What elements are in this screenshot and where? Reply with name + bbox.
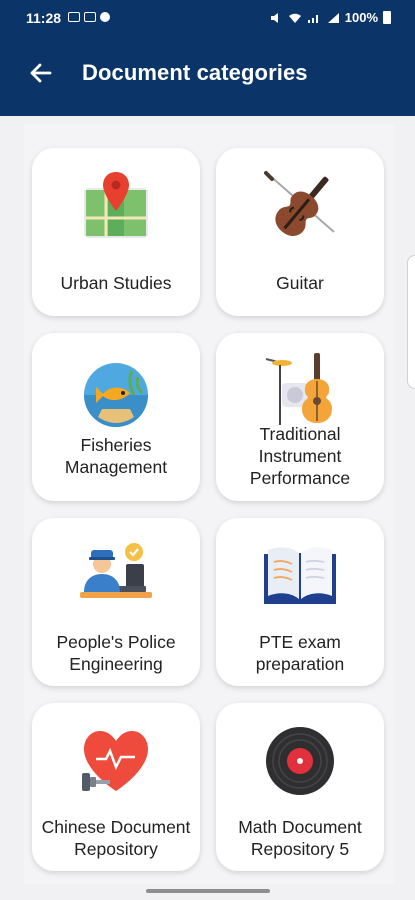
vinyl-record-icon	[266, 727, 334, 795]
open-book-icon	[264, 547, 336, 604]
map-pin-icon	[84, 172, 148, 238]
battery-icon	[383, 11, 391, 24]
category-label: Urban Studies	[60, 273, 172, 293]
category-grid: Urban Studies Guitar Fisheries Managemen…	[0, 116, 415, 884]
category-card-fisheries-management[interactable]: Fisheries Management	[32, 333, 200, 501]
page-title: Document categories	[82, 60, 308, 85]
police-officer-icon	[80, 543, 152, 598]
category-card-guitar[interactable]: Guitar	[216, 148, 384, 316]
violin-icon	[264, 171, 335, 236]
notification-icon	[84, 12, 96, 22]
category-label: People's Police Engineering	[56, 632, 176, 674]
status-time: 11:28	[26, 10, 62, 26]
category-card-math-document-repository-5[interactable]: Math Document Repository 5	[216, 703, 384, 871]
navigation-bar	[0, 884, 415, 900]
scroll-indicator	[407, 255, 415, 389]
category-card-peoples-police-engineering[interactable]: People's Police Engineering	[32, 518, 200, 686]
status-bar: 11:28 100%	[0, 0, 415, 34]
mute-icon	[270, 12, 278, 23]
category-label: Math Document Repository 5	[238, 817, 362, 859]
notification-icons	[68, 12, 110, 22]
category-label: Fisheries Management	[64, 435, 168, 477]
category-card-chinese-document-repository[interactable]: Chinese Document Repository	[32, 703, 200, 871]
status-right: 100%	[269, 10, 391, 25]
category-label: Chinese Document Repository	[41, 817, 191, 859]
category-label: PTE exam preparation	[255, 632, 345, 674]
chat-icon	[100, 12, 110, 22]
back-arrow-icon[interactable]	[28, 60, 54, 86]
category-label: Guitar	[276, 273, 324, 293]
wifi-icon	[288, 13, 301, 23]
category-card-pte-exam-preparation[interactable]: PTE exam preparation	[216, 518, 384, 686]
app-bar: Document categories	[0, 34, 415, 116]
signal-icon	[307, 14, 318, 23]
home-indicator[interactable]	[146, 889, 270, 893]
heart-dumbbell-icon	[82, 731, 148, 791]
category-card-urban-studies[interactable]: Urban Studies	[32, 148, 200, 316]
signal-icon	[327, 12, 339, 23]
notification-icon	[68, 12, 80, 22]
battery-percent: 100%	[344, 10, 378, 25]
category-card-traditional-instrument-performance[interactable]: Traditional Instrument Performance	[216, 333, 384, 501]
category-label: Traditional Instrument Performance	[249, 424, 351, 488]
